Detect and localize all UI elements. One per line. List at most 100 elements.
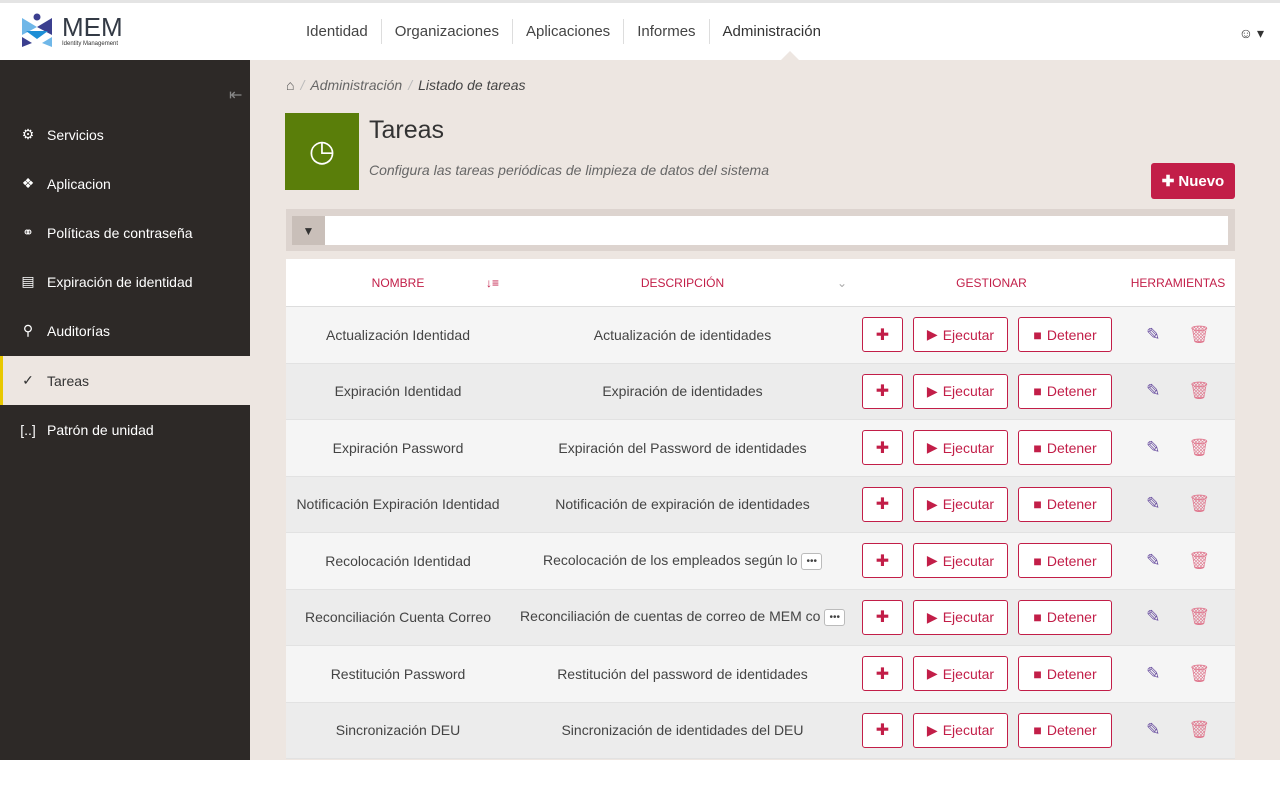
run-button[interactable]: ▶Ejecutar — [913, 487, 1008, 522]
edit-pencil-icon[interactable]: ✎ — [1146, 494, 1160, 514]
tools-cell: ✎🗑 — [1121, 720, 1235, 740]
trash-icon[interactable]: 🗑 — [1188, 494, 1210, 514]
breadcrumb-administracion[interactable]: Administración — [310, 77, 402, 93]
nav-aplicaciones[interactable]: Aplicaciones — [513, 19, 624, 44]
add-button[interactable]: ✚ — [862, 430, 903, 465]
filter-input[interactable] — [325, 216, 1228, 245]
run-button[interactable]: ▶Ejecutar — [913, 656, 1008, 691]
play-icon: ▶ — [927, 609, 938, 626]
plus-icon: ✚ — [876, 325, 889, 345]
task-description: Restitución del password de identidades — [510, 666, 855, 682]
edit-pencil-icon[interactable]: ✎ — [1146, 551, 1160, 571]
stop-icon: ■ — [1033, 553, 1041, 569]
stop-label: Detener — [1047, 327, 1097, 343]
edit-pencil-icon[interactable]: ✎ — [1146, 438, 1160, 458]
logo[interactable]: MEMIdentity Management — [20, 13, 123, 49]
sidebar-item-aplicacion[interactable]: ❖Aplicacion — [0, 159, 250, 208]
add-button[interactable]: ✚ — [862, 600, 903, 635]
top-bar: MEMIdentity Management Identidad Organiz… — [0, 0, 1280, 60]
play-icon: ▶ — [927, 326, 938, 343]
sidebar-item-patron[interactable]: [..]Patrón de unidad — [0, 405, 250, 454]
nav-informes[interactable]: Informes — [624, 19, 709, 44]
plus-icon: ✚ — [876, 551, 889, 571]
run-button[interactable]: ▶ Ejecutar — [913, 543, 1008, 578]
sidebar-item-auditorias[interactable]: ⚲Auditorías — [0, 306, 250, 355]
trash-icon[interactable]: 🗑 — [1188, 325, 1210, 345]
sidebar-item-label: Expiración de identidad — [47, 274, 193, 290]
stop-button[interactable]: ■ Detener — [1018, 317, 1112, 352]
add-button[interactable]: ✚ — [862, 543, 903, 578]
trash-icon[interactable]: 🗑 — [1188, 381, 1210, 401]
manage-cell: ✚ ▶Ejecutar ■Detener — [855, 713, 1121, 748]
edit-pencil-icon[interactable]: ✎ — [1146, 664, 1160, 684]
edit-pencil-icon[interactable]: ✎ — [1146, 381, 1160, 401]
run-button[interactable]: ▶ Ejecutar — [913, 600, 1008, 635]
trash-icon[interactable]: 🗑 — [1188, 607, 1210, 627]
description-text: Notificación de expiración de identidade… — [555, 496, 810, 512]
new-button[interactable]: ✚Nuevo — [1151, 163, 1235, 199]
edit-pencil-icon[interactable]: ✎ — [1146, 325, 1160, 345]
run-button[interactable]: ▶Ejecutar — [913, 430, 1008, 465]
plus-icon: ✚ — [876, 494, 889, 514]
sidebar-item-expiracion[interactable]: ▤Expiración de identidad — [0, 257, 250, 306]
sort-icon[interactable]: ↓≡ — [486, 276, 499, 290]
add-button[interactable]: ✚ — [862, 656, 903, 691]
stop-icon: ■ — [1033, 327, 1041, 343]
stop-button[interactable]: ■Detener — [1018, 430, 1112, 465]
mem-logo-icon — [20, 13, 54, 49]
run-button[interactable]: ▶Ejecutar — [913, 713, 1008, 748]
trash-icon[interactable]: 🗑 — [1188, 438, 1210, 458]
main-nav: Identidad Organizaciones Aplicaciones In… — [293, 19, 834, 44]
stop-button[interactable]: ■Detener — [1018, 543, 1112, 578]
table-row: Notificación Expiración Identidad Notifi… — [286, 477, 1235, 534]
play-icon: ▶ — [927, 552, 938, 569]
trash-icon[interactable]: 🗑 — [1188, 551, 1210, 571]
task-description: Sincronización de identidades del DEU — [510, 722, 855, 738]
home-icon[interactable]: ⌂ — [286, 77, 294, 93]
user-menu[interactable]: ☺ ▾ — [1239, 25, 1264, 42]
stop-button[interactable]: ■Detener — [1018, 374, 1112, 409]
stop-button[interactable]: ■Detener — [1018, 600, 1112, 635]
header-label: HERRAMIENTAS — [1131, 276, 1225, 290]
sidebar-item-politicas[interactable]: ⚭Políticas de contraseña — [0, 208, 250, 257]
page-subtitle: Configura las tareas periódicas de limpi… — [369, 162, 769, 178]
collapse-sidebar-icon[interactable]: ⇤ — [229, 85, 242, 105]
nav-organizaciones[interactable]: Organizaciones — [382, 19, 513, 44]
add-button[interactable]: ✚ — [862, 713, 903, 748]
table-header: NOMBRE↓≡ DESCRIPCIÓN⌄ GESTIONAR HERRAMIE… — [286, 259, 1235, 307]
task-description: Notificación de expiración de identidade… — [510, 496, 855, 512]
run-button[interactable]: ▶ Ejecutar — [913, 317, 1008, 352]
trash-icon[interactable]: 🗑 — [1188, 720, 1210, 740]
more-icon[interactable]: ••• — [801, 553, 822, 570]
task-name: Restitución Password — [286, 666, 510, 682]
chevron-down-icon[interactable]: ⌄ — [837, 276, 847, 290]
cubes-icon: ❖ — [19, 175, 37, 192]
stop-icon: ■ — [1033, 722, 1041, 738]
run-label: Ejecutar — [943, 553, 994, 569]
stop-icon: ■ — [1033, 440, 1041, 456]
header-description[interactable]: DESCRIPCIÓN⌄ — [510, 276, 855, 290]
more-icon[interactable]: ••• — [824, 609, 845, 626]
trash-icon[interactable]: 🗑 — [1188, 664, 1210, 684]
stop-button[interactable]: ■Detener — [1018, 487, 1112, 522]
logo-title: MEM — [62, 12, 123, 42]
sidebar-item-servicios[interactable]: ⚙Servicios — [0, 110, 250, 159]
run-button[interactable]: ▶Ejecutar — [913, 374, 1008, 409]
add-button[interactable]: ✚ — [862, 487, 903, 522]
nav-identidad[interactable]: Identidad — [293, 19, 382, 44]
description-text: Expiración de identidades — [602, 383, 762, 399]
table-row: Reconciliación Cuenta Correo Reconciliac… — [286, 590, 1235, 647]
run-label: Ejecutar — [943, 609, 994, 625]
add-button[interactable]: ✚ — [862, 317, 903, 352]
edit-pencil-icon[interactable]: ✎ — [1146, 607, 1160, 627]
stop-button[interactable]: ■Detener — [1018, 713, 1112, 748]
brackets-icon: [..] — [19, 422, 37, 438]
header-name[interactable]: NOMBRE↓≡ — [286, 276, 510, 290]
edit-pencil-icon[interactable]: ✎ — [1146, 720, 1160, 740]
add-button[interactable]: ✚ — [862, 374, 903, 409]
run-label: Ejecutar — [943, 327, 994, 343]
sidebar-item-tareas[interactable]: ✓Tareas — [0, 356, 250, 405]
stop-button[interactable]: ■Detener — [1018, 656, 1112, 691]
filter-icon[interactable]: ▼ — [292, 216, 325, 245]
nav-administracion[interactable]: Administración — [710, 19, 834, 44]
